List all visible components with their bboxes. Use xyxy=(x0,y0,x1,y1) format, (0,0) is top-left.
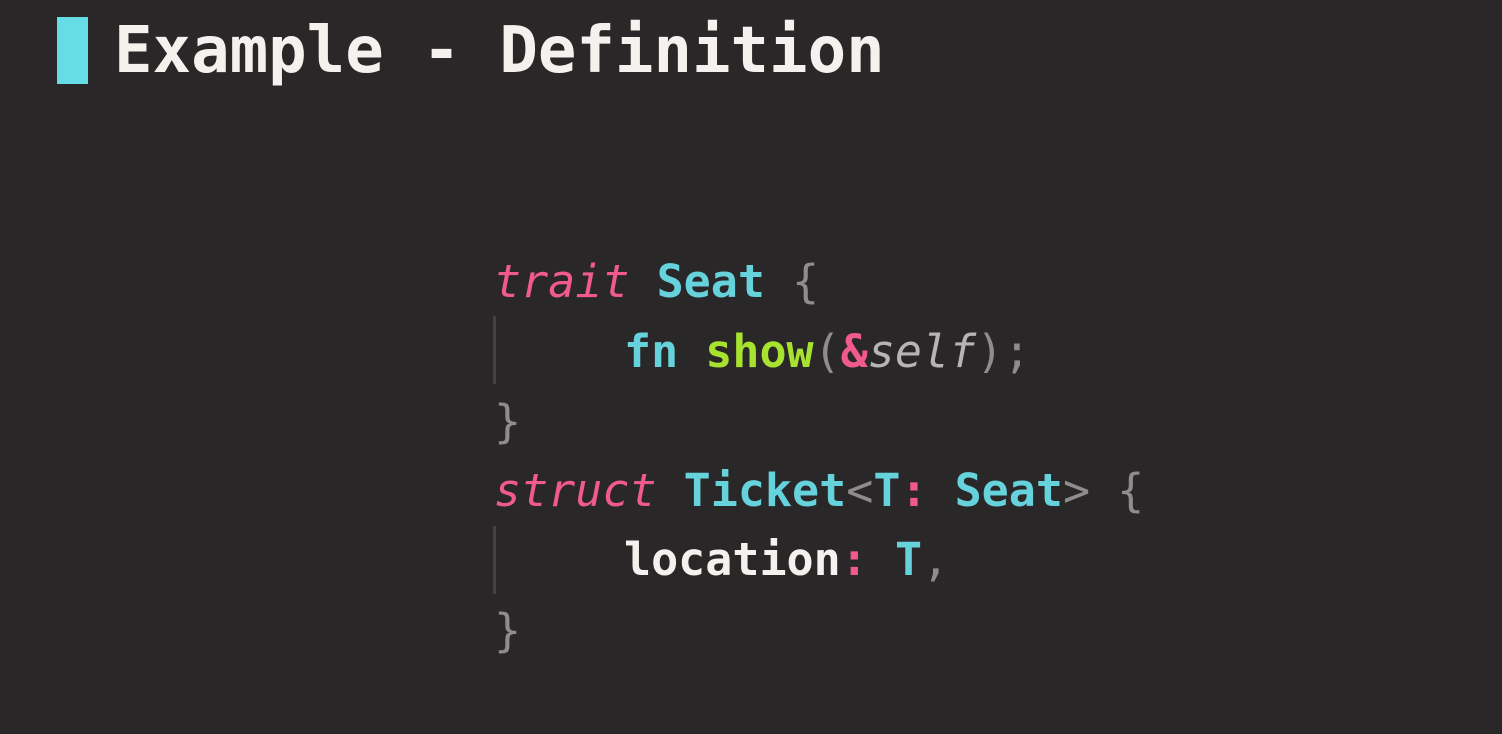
open-brace: { xyxy=(792,255,820,308)
keyword-trait: trait xyxy=(494,255,630,308)
comma: , xyxy=(922,533,950,586)
field-colon: : xyxy=(840,533,868,586)
code-line-fn: fn show(&self); xyxy=(494,322,1030,382)
function-name: show xyxy=(705,325,814,378)
code-line-close-struct: } xyxy=(494,601,521,661)
generic-param: T xyxy=(873,464,901,517)
close-brace: } xyxy=(494,604,522,657)
field-type: T xyxy=(894,533,923,586)
generic-close: > xyxy=(1062,464,1091,517)
bound-colon: : xyxy=(900,464,928,517)
keyword-struct: struct xyxy=(494,464,657,517)
open-brace: { xyxy=(1117,464,1145,517)
code-line-field: location: T, xyxy=(494,530,949,590)
trait-bound: Seat xyxy=(954,464,1063,517)
code-line-struct: struct Ticket<T: Seat> { xyxy=(494,461,1144,521)
code-block: trait Seat { fn show(&self); } struct Ti… xyxy=(0,0,1502,734)
code-line-trait: trait Seat { xyxy=(494,252,819,312)
trait-name: Seat xyxy=(656,255,765,308)
generic-open: < xyxy=(846,464,874,517)
struct-name: Ticket xyxy=(683,464,847,517)
code-line-close-trait: } xyxy=(494,392,521,452)
semicolon: ; xyxy=(1003,325,1031,378)
field-name: location xyxy=(624,533,841,586)
close-brace: } xyxy=(494,395,522,448)
paren-open: ( xyxy=(813,325,841,378)
slide: Example - Definition trait Seat { fn sho… xyxy=(0,0,1502,734)
reference-operator: & xyxy=(840,325,868,378)
paren-close: ) xyxy=(976,325,1004,378)
self-keyword: self xyxy=(867,325,977,378)
keyword-fn: fn xyxy=(624,325,679,378)
